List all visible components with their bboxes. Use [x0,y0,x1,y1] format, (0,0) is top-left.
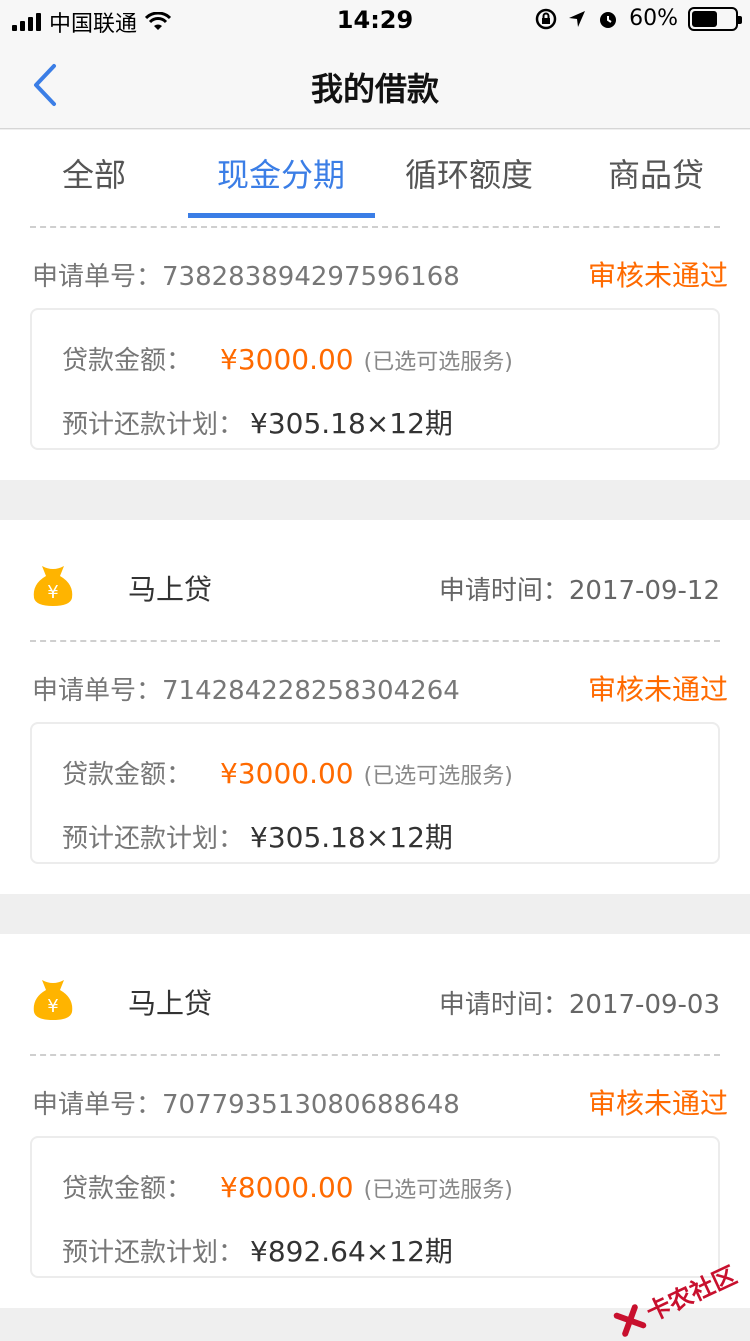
amount-row: 贷款金额： ¥3000.00 (已选可选服务) [62,754,513,791]
status-right: 60% [535,6,738,31]
dashed-divider [30,1054,720,1056]
dashed-divider [30,226,720,228]
amount-row: 贷款金额： ¥3000.00 (已选可选服务) [62,340,513,377]
battery-percent: 60% [629,6,678,31]
plan-row: 预计还款计划：¥305.18×12期 [62,816,453,856]
amount-label: 贷款金额： [62,760,192,790]
product-name: 马上贷 [128,982,212,1022]
status-bar: 中国联通 14:29 60% [0,0,750,40]
loan-detail-box: 贷款金额： ¥3000.00 (已选可选服务) 预计还款计划：¥305.18×12期 [30,722,720,864]
loan-card[interactable]: ¥ 马上贷 申请时间：2017-09-12 申请单号：7142842282583… [0,520,750,894]
svg-text:¥: ¥ [47,996,58,1017]
apply-number-value: 707793513080688648 [162,1090,460,1120]
apply-number-label: 申请单号： [32,676,162,706]
money-bag-icon: ¥ [30,976,76,1022]
amount-value: ¥8000.00 [220,1171,354,1204]
apply-time-value: 2017-09-03 [569,990,720,1020]
page-title: 我的借款 [0,64,750,110]
apply-number-label: 申请单号： [32,262,162,292]
status-badge: 审核未通过 [588,668,728,708]
plan-value: ¥305.18×12期 [250,407,453,440]
loan-detail-box: 贷款金额： ¥8000.00 (已选可选服务) 预计还款计划：¥892.64×12期 [30,1136,720,1278]
apply-time-value: 2017-09-12 [569,576,720,606]
plan-label: 预计还款计划： [62,410,244,440]
amount-label: 贷款金额： [62,1174,192,1204]
plan-label: 预计还款计划： [62,1238,244,1268]
amount-row: 贷款金额： ¥8000.00 (已选可选服务) [62,1168,513,1205]
tab-revolving-credit[interactable]: 循环额度 [405,150,533,196]
apply-time: 申请时间：2017-09-03 [439,984,720,1021]
amount-value: ¥3000.00 [220,343,354,376]
apply-number-label: 申请单号： [32,1090,162,1120]
plan-label: 预计还款计划： [62,824,244,854]
apply-time-label: 申请时间： [439,990,569,1020]
apply-number: 申请单号：714284228258304264 [32,670,460,707]
apply-time-label: 申请时间： [439,576,569,606]
tab-all[interactable]: 全部 [62,150,126,196]
battery-icon [688,7,738,31]
watermark-logo-icon [613,1303,648,1338]
money-bag-icon: ¥ [30,562,76,608]
tab-bar: 全部 现金分期 循环额度 商品贷 [0,130,750,218]
tab-cash-installment[interactable]: 现金分期 [217,150,345,196]
apply-number-value: 714284228258304264 [162,676,460,706]
plan-value: ¥892.64×12期 [250,1235,453,1268]
optional-service-note: (已选可选服务) [364,1178,513,1203]
tab-product-loan[interactable]: 商品贷 [608,150,704,196]
svg-text:¥: ¥ [47,582,58,603]
dashed-divider [30,640,720,642]
apply-number-value: 738283894297596168 [162,262,460,292]
battery-fill [692,11,717,27]
status-badge: 审核未通过 [588,1082,728,1122]
loan-card[interactable]: 申请单号：738283894297596168 审核未通过 贷款金额： ¥3000… [0,218,750,480]
alarm-icon [597,8,619,30]
apply-number: 申请单号：738283894297596168 [32,256,460,293]
apply-time: 申请时间：2017-09-12 [439,570,720,607]
amount-label: 贷款金额： [62,346,192,376]
nav-bar: 我的借款 [0,40,750,129]
loan-card[interactable]: ¥ 马上贷 申请时间：2017-09-03 申请单号：7077935130806… [0,934,750,1308]
optional-service-note: (已选可选服务) [364,764,513,789]
optional-service-note: (已选可选服务) [364,350,513,375]
amount-value: ¥3000.00 [220,757,354,790]
product-name: 马上贷 [128,568,212,608]
plan-row: 预计还款计划：¥305.18×12期 [62,402,453,442]
status-badge: 审核未通过 [588,254,728,294]
loan-detail-box: 贷款金额： ¥3000.00 (已选可选服务) 预计还款计划：¥305.18×12期 [30,308,720,450]
plan-row: 预计还款计划：¥892.64×12期 [62,1230,453,1270]
plan-value: ¥305.18×12期 [250,821,453,854]
location-icon [567,9,587,29]
apply-number: 申请单号：707793513080688648 [32,1084,460,1121]
orientation-lock-icon [535,8,557,30]
